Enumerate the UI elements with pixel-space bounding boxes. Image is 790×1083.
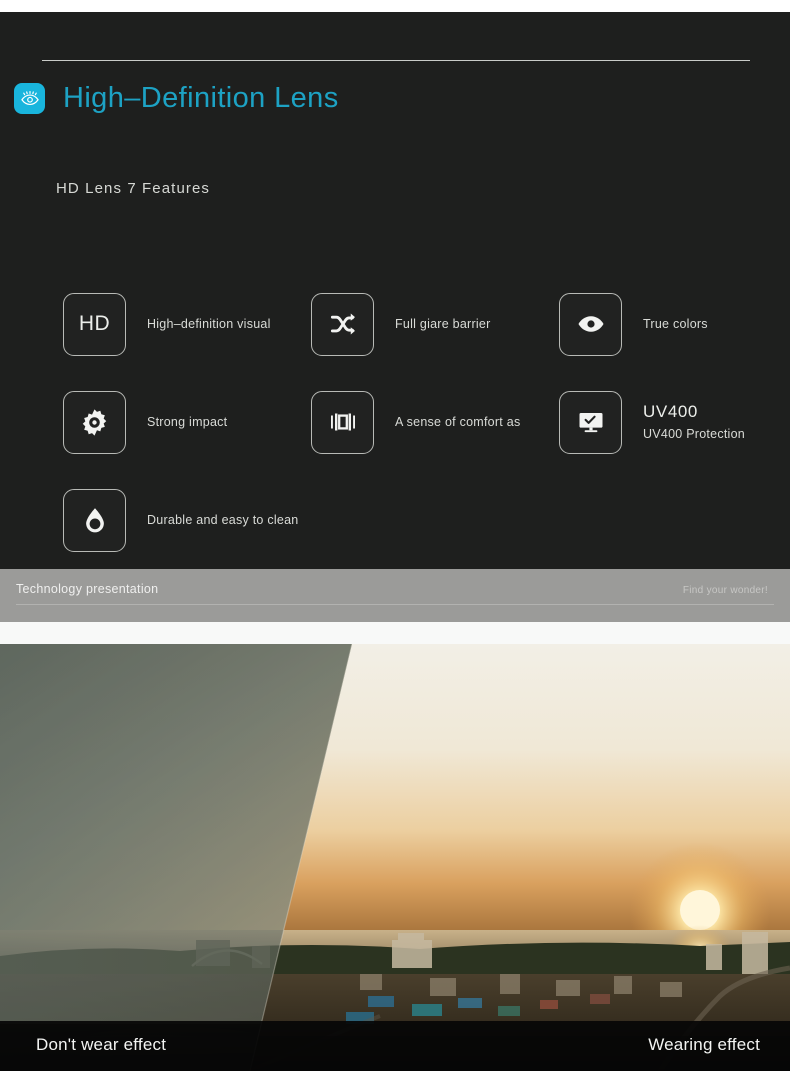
monitor-check-icon xyxy=(559,390,622,454)
feature-panel: High–Definition Lens HD Lens 7 Features … xyxy=(0,12,790,569)
feature-item[interactable]: A sense of comfort as xyxy=(311,373,559,471)
feature-label: Strong impact xyxy=(147,414,228,429)
technology-bar-tagline: Find your wonder! xyxy=(682,585,768,596)
feature-labels: Full giare barrier xyxy=(395,316,491,333)
shuffle-icon xyxy=(311,292,374,356)
panel-photo-gap xyxy=(0,622,790,644)
feature-labels: True colors xyxy=(643,316,708,333)
feature-sublabel: UV400 Protection xyxy=(643,427,745,442)
feature-item[interactable]: Strong impact xyxy=(63,373,311,471)
feature-label: High–definition visual xyxy=(147,316,271,331)
eye-open-icon xyxy=(559,292,622,356)
feature-labels: UV400 UV400 Protection xyxy=(643,401,745,443)
feature-label: True colors xyxy=(643,316,708,331)
hd-icon: HD xyxy=(63,292,126,356)
feature-label: Durable and easy to clean xyxy=(147,512,299,527)
section-subtitle: HD Lens 7 Features xyxy=(56,180,211,197)
gear-icon xyxy=(63,390,126,454)
panorama-icon xyxy=(311,390,374,454)
caption-wearing: Wearing effect xyxy=(648,1035,760,1054)
feature-labels: Durable and easy to clean xyxy=(147,512,298,529)
hd-badge-text: HD xyxy=(78,312,111,335)
title-divider xyxy=(42,60,750,61)
feature-label: UV400 xyxy=(643,402,698,422)
water-drop-icon xyxy=(63,488,126,552)
page-title: High–Definition Lens xyxy=(63,82,339,114)
caption-band: Don't wear effect Wearing effect xyxy=(0,1021,790,1071)
feature-item[interactable]: Durable and easy to clean xyxy=(63,471,311,569)
feature-label: A sense of comfort as xyxy=(395,414,521,429)
feature-label: Full giare barrier xyxy=(395,316,491,331)
section-header: High–Definition Lens xyxy=(14,82,339,115)
feature-item[interactable]: HD High–definition visual xyxy=(63,275,311,373)
bottom-white-strip xyxy=(0,1071,790,1083)
technology-bar-divider xyxy=(16,604,774,605)
technology-bar-label: Technology presentation xyxy=(16,582,159,596)
top-white-strip xyxy=(0,0,790,12)
feature-labels: A sense of comfort as xyxy=(395,414,520,431)
feature-item[interactable]: True colors xyxy=(559,275,763,373)
product-detail-page: High–Definition Lens HD Lens 7 Features … xyxy=(0,0,790,1083)
technology-bar: Technology presentation Find your wonder… xyxy=(0,569,790,622)
feature-item[interactable]: UV400 UV400 Protection xyxy=(559,373,763,471)
feature-item[interactable]: Full giare barrier xyxy=(311,275,559,373)
caption-dont-wear: Don't wear effect xyxy=(36,1035,167,1054)
eye-icon xyxy=(14,83,45,114)
comparison-photo: Don't wear effect Wearing effect xyxy=(0,644,790,1071)
feature-labels: High–definition visual xyxy=(147,316,271,333)
feature-grid: HD High–definition visual Full giare bar… xyxy=(63,275,763,569)
feature-labels: Strong impact xyxy=(147,414,227,431)
